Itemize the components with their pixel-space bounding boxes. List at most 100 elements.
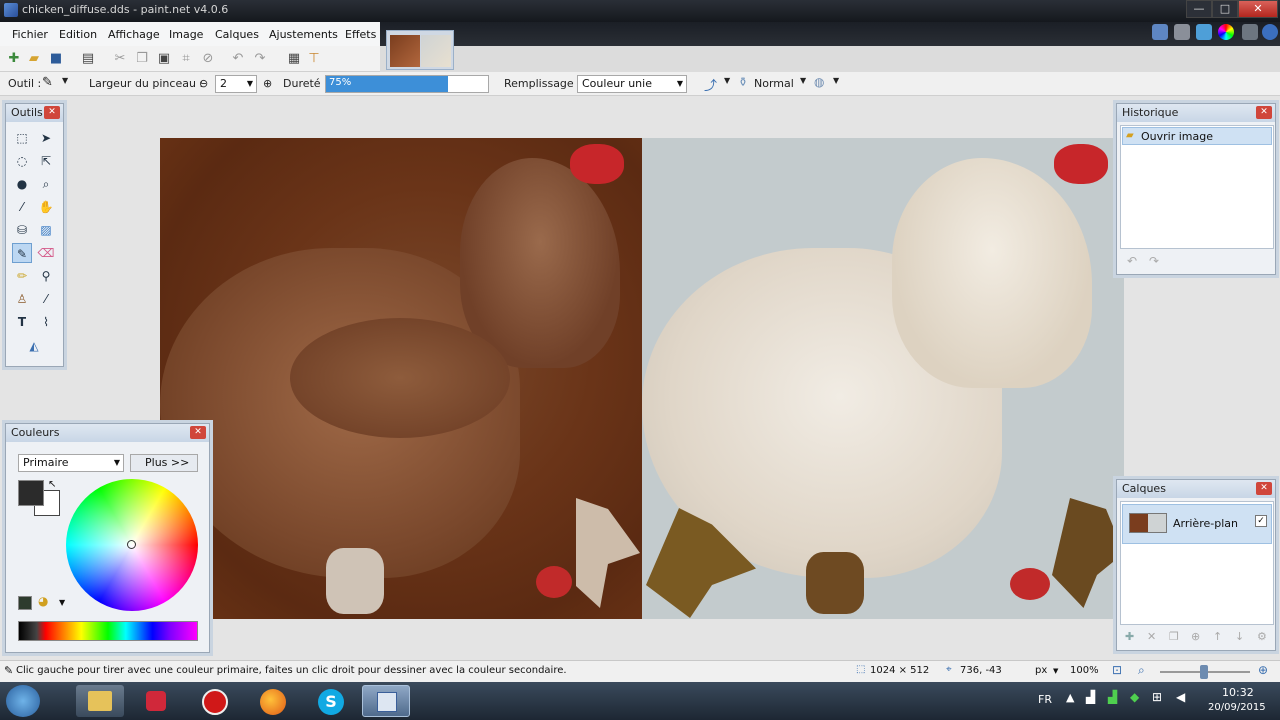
ruler-icon[interactable]: ⊤: [306, 51, 322, 67]
more-colors-button[interactable]: Plus >>: [130, 454, 198, 472]
menu-fichier[interactable]: Fichier: [12, 28, 48, 41]
taskbar-paintnet[interactable]: [362, 685, 410, 717]
decrease-icon[interactable]: ⊖: [199, 77, 208, 90]
history-toggle-icon[interactable]: [1174, 24, 1190, 40]
hardness-slider[interactable]: 75%: [325, 75, 489, 93]
copy-icon[interactable]: ❐: [134, 51, 150, 67]
pan-icon[interactable]: ✋: [36, 197, 56, 217]
eraser-icon[interactable]: ⌫: [36, 243, 56, 263]
deselect-icon[interactable]: ⊘: [200, 51, 216, 67]
crop-icon[interactable]: ⌗: [178, 51, 194, 67]
history-item[interactable]: Ouvrir image: [1122, 127, 1272, 145]
recolor-icon[interactable]: ⁄: [36, 289, 56, 309]
blend-mode-value[interactable]: Normal: [754, 77, 794, 90]
layer-row[interactable]: Arrière-plan ✓: [1122, 504, 1272, 544]
close-button[interactable]: ✕: [1238, 0, 1278, 18]
brush-width-input[interactable]: 2 ▼: [215, 75, 257, 93]
image-thumbnail-alt[interactable]: [421, 35, 451, 67]
maximize-button[interactable]: □: [1212, 0, 1238, 18]
ellipse-select-icon[interactable]: ●: [12, 174, 32, 194]
taskbar-firefox[interactable]: [248, 685, 296, 717]
undo-icon[interactable]: ↶: [1127, 254, 1137, 268]
green-status-icon[interactable]: ◆: [1130, 690, 1139, 704]
redo-icon[interactable]: ↷: [252, 51, 268, 67]
pencil-icon[interactable]: ✏: [12, 266, 32, 286]
new-icon[interactable]: ✚: [6, 51, 22, 67]
blend-icon[interactable]: ⚱: [738, 75, 748, 89]
taskbar-recorder[interactable]: [190, 685, 238, 717]
chevron-down-icon[interactable]: ▼: [247, 76, 253, 92]
save-icon[interactable]: ■: [48, 51, 64, 67]
close-icon[interactable]: ✕: [190, 426, 206, 439]
print-icon[interactable]: ▤: [80, 51, 96, 67]
delete-layer-icon[interactable]: ✕: [1147, 630, 1156, 643]
line-curve-icon[interactable]: ⌇: [36, 312, 56, 332]
clone-stamp-icon[interactable]: ♙: [12, 289, 32, 309]
menu-affichage[interactable]: Affichage: [108, 28, 160, 41]
start-button[interactable]: [6, 685, 40, 717]
paintbrush-tool-icon[interactable]: ✎: [12, 243, 32, 263]
menu-edition[interactable]: Edition: [59, 28, 97, 41]
zoom-icon[interactable]: ⌕: [36, 174, 56, 194]
volume-icon[interactable]: ◀: [1176, 690, 1185, 704]
zoom-slider-thumb[interactable]: [1200, 665, 1208, 679]
color-mode-select[interactable]: Primaire ▼: [18, 454, 124, 472]
zoom-in-icon[interactable]: ⊕: [1258, 663, 1268, 677]
undo-icon[interactable]: ↶: [230, 51, 246, 67]
menu-calques[interactable]: Calques: [215, 28, 259, 41]
antialias-icon[interactable]: ⤴: [704, 75, 717, 94]
app-icon[interactable]: [4, 3, 18, 17]
zoom-out-icon[interactable]: ⌕: [1138, 663, 1145, 678]
selection-mode-icon[interactable]: ◍: [814, 75, 824, 89]
paintbrush-icon[interactable]: ✎: [42, 75, 53, 90]
tray-arrow-icon[interactable]: ▲: [1066, 691, 1074, 704]
zoom-fit-icon[interactable]: ⊡: [1112, 663, 1122, 677]
gradient-icon[interactable]: ▨: [36, 220, 56, 240]
primary-color-swatch[interactable]: [18, 480, 44, 506]
color-wheel-cursor[interactable]: [127, 540, 136, 549]
clock-time[interactable]: 10:32: [1222, 686, 1254, 699]
menu-ajustements[interactable]: Ajustements: [269, 28, 338, 41]
menu-effets[interactable]: Effets: [345, 28, 376, 41]
close-icon[interactable]: ✕: [1256, 482, 1272, 495]
grid-icon[interactable]: ▦: [286, 51, 302, 67]
colors-toggle-icon[interactable]: [1218, 24, 1234, 40]
increase-icon[interactable]: ⊕: [263, 77, 272, 90]
windows-flag-icon[interactable]: ⊞: [1152, 690, 1162, 704]
rect-select-icon[interactable]: ⬚: [12, 128, 32, 148]
close-icon[interactable]: ✕: [44, 106, 60, 119]
clock-date[interactable]: 20/09/2015: [1208, 702, 1266, 713]
fill-select[interactable]: Couleur unie ▼: [577, 75, 687, 93]
zoom-value[interactable]: 100%: [1070, 665, 1099, 676]
lasso-icon[interactable]: ◌: [12, 151, 32, 171]
paint-bucket-icon[interactable]: ⛁: [12, 220, 32, 240]
merge-layer-icon[interactable]: ⊕: [1191, 630, 1200, 643]
chevron-down-icon[interactable]: ▼: [59, 598, 65, 607]
move-layer-down-icon[interactable]: ↓: [1235, 630, 1244, 643]
palette-bar[interactable]: [18, 621, 198, 641]
units-select[interactable]: px: [1035, 665, 1047, 676]
tools-toggle-icon[interactable]: [1152, 24, 1168, 40]
magic-wand-icon[interactable]: ⁄: [12, 197, 32, 217]
close-icon[interactable]: ✕: [1256, 106, 1272, 119]
taskbar-skype[interactable]: S: [306, 685, 354, 717]
text-tool-icon[interactable]: T: [12, 312, 32, 332]
chevron-down-icon[interactable]: ▼: [677, 76, 683, 92]
image-canvas[interactable]: [160, 138, 1124, 619]
language-indicator[interactable]: FR: [1038, 693, 1052, 706]
chevron-down-icon[interactable]: ▼: [800, 76, 806, 85]
chevron-down-icon[interactable]: ▼: [114, 455, 120, 471]
redo-icon[interactable]: ↷: [1149, 254, 1159, 268]
layer-properties-icon[interactable]: ⚙: [1257, 630, 1267, 643]
network-icon[interactable]: ▟: [1086, 690, 1095, 704]
menu-image[interactable]: Image: [169, 28, 203, 41]
help-icon[interactable]: [1262, 24, 1278, 40]
layer-visibility-checkbox[interactable]: ✓: [1255, 515, 1267, 527]
image-thumbnail-diffuse[interactable]: [390, 35, 420, 67]
move-layer-up-icon[interactable]: ↑: [1213, 630, 1222, 643]
move-selection-icon[interactable]: ➤: [36, 128, 56, 148]
open-icon[interactable]: ▰: [26, 51, 42, 67]
color-picker-icon[interactable]: ⚲: [36, 266, 56, 286]
taskbar-app-red[interactable]: [134, 685, 182, 717]
palette-swatch-icon[interactable]: [18, 596, 32, 610]
